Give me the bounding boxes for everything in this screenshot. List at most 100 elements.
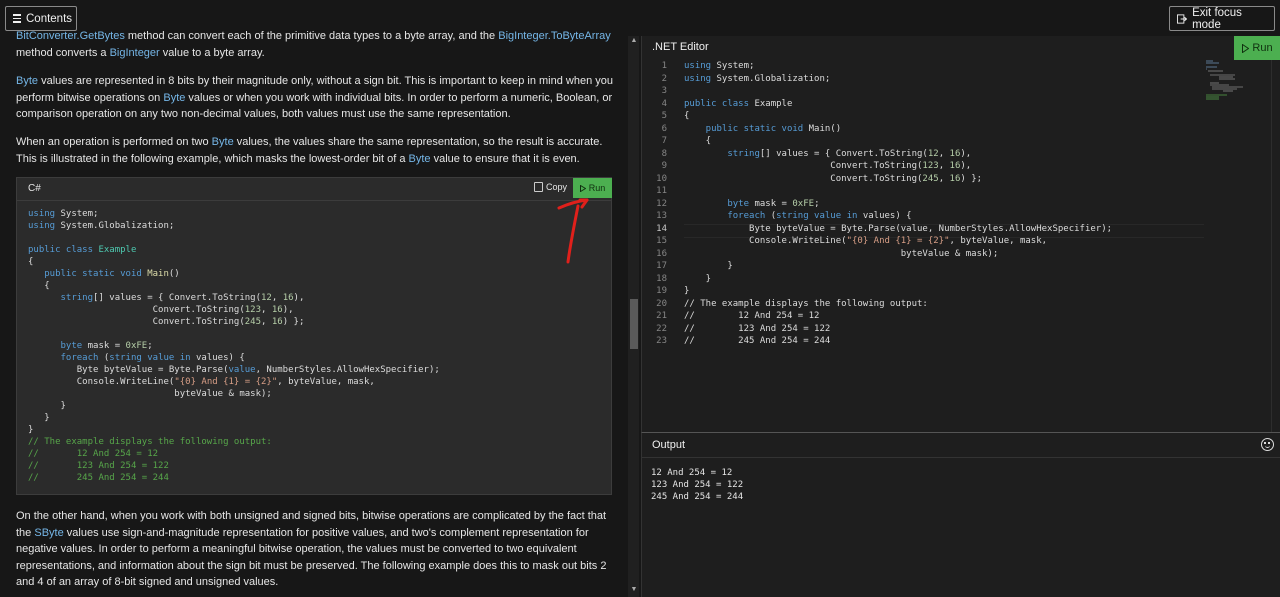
code-text: Example bbox=[749, 98, 793, 109]
keyword: public class bbox=[684, 98, 750, 109]
link-byte[interactable]: Byte bbox=[409, 153, 431, 165]
code-text: Console.WriteLine( bbox=[684, 236, 847, 246]
text: value to a byte array. bbox=[159, 46, 265, 59]
editor-line: Convert.ToString(123, 16), bbox=[684, 161, 971, 171]
code-text: ), bbox=[960, 148, 972, 159]
editor-comment: // 12 And 254 = 12 bbox=[684, 311, 820, 321]
number: 16 bbox=[949, 148, 961, 159]
number: 16 bbox=[271, 305, 283, 315]
code-comment: // 123 And 254 = 122 bbox=[28, 461, 169, 471]
code-line: using System; bbox=[28, 209, 98, 219]
keyword: value bbox=[228, 365, 256, 375]
code-block: C# Copy Run using System; using System.G… bbox=[16, 177, 612, 495]
code-text: ) }; bbox=[282, 317, 305, 327]
feedback-smiley-icon[interactable] bbox=[1261, 438, 1274, 451]
code-text: Convert.ToString( bbox=[684, 173, 923, 184]
dotnet-editor[interactable]: .NET Editor Run 1 2 3 4 5 6 7 8 9 10 11 12 13 14 15 16 1… bbox=[641, 36, 1280, 432]
scroll-down-icon[interactable]: ▼ bbox=[630, 586, 638, 593]
number: 12 bbox=[927, 148, 939, 159]
scroll-up-icon[interactable]: ▲ bbox=[630, 37, 638, 44]
keyword: public class bbox=[28, 245, 94, 255]
output-header bbox=[642, 433, 1280, 458]
paragraph-2: When an operation is performed on two By… bbox=[16, 134, 614, 167]
keyword: foreach bbox=[28, 353, 99, 363]
code-block-header bbox=[17, 178, 611, 201]
run-button[interactable]: Run bbox=[573, 178, 612, 198]
editor-title: .NET Editor bbox=[652, 41, 709, 53]
code-text: ( bbox=[98, 353, 110, 363]
link-byte[interactable]: Byte bbox=[16, 75, 38, 87]
editor-scrollbar[interactable] bbox=[1271, 60, 1280, 432]
paragraph-3: On the other hand, when you work with bo… bbox=[16, 508, 614, 591]
keyword: string bbox=[28, 293, 94, 303]
code-line: } bbox=[28, 413, 50, 423]
copy-label: Copy bbox=[546, 182, 568, 192]
editor-line: { bbox=[684, 111, 690, 121]
code-minimap[interactable] bbox=[1205, 60, 1255, 100]
code-line: Console.WriteLine("{0} And {1} = {2}", b… bbox=[28, 377, 375, 387]
output-panel: Output 12 And 254 = 12 123 And 254 = 122… bbox=[641, 432, 1280, 597]
code-text: , byteValue, mask, bbox=[949, 236, 1048, 246]
line-number: 22 bbox=[656, 323, 667, 334]
scrollbar-thumb[interactable] bbox=[630, 299, 638, 349]
red-arrow-annotation bbox=[557, 198, 589, 264]
link-biginteger[interactable]: BigInteger bbox=[110, 47, 160, 59]
link-byte[interactable]: Byte bbox=[163, 92, 185, 104]
link-tobytearray[interactable]: BigInteger.ToByteArray bbox=[498, 30, 611, 42]
code-text: System.Globalization; bbox=[711, 73, 831, 84]
code-text: , bbox=[938, 161, 950, 171]
number: 16 bbox=[271, 317, 283, 327]
keyword: public static void bbox=[684, 123, 804, 134]
article: BitConverter.GetBytes method can convert… bbox=[0, 0, 626, 597]
exit-focus-mode-button[interactable]: Exit focus mode bbox=[1169, 6, 1275, 31]
number: 245 bbox=[244, 317, 262, 327]
editor-line: byteValue & mask); bbox=[684, 248, 999, 259]
text: method converts a bbox=[16, 46, 110, 59]
keyword: using bbox=[28, 209, 56, 219]
text: value to ensure that it is even. bbox=[430, 152, 580, 165]
line-number: 14 bbox=[656, 223, 667, 234]
number: 123 bbox=[922, 161, 939, 171]
code-text: Byte byteValue = Byte.Parse( bbox=[28, 365, 229, 375]
link-byte[interactable]: Byte bbox=[212, 136, 234, 148]
line-number: 19 bbox=[656, 286, 667, 296]
editor-line: public class Example bbox=[684, 99, 792, 109]
line-number: 15 bbox=[656, 236, 667, 246]
number: 245 bbox=[922, 173, 939, 184]
code-text: [] values = { Convert.ToString( bbox=[93, 293, 262, 303]
line-number: 13 bbox=[656, 211, 667, 221]
play-icon bbox=[579, 184, 586, 192]
text: values use sign-and-magnitude representa… bbox=[16, 526, 607, 589]
keyword: foreach bbox=[684, 211, 766, 221]
editor-line: } bbox=[684, 273, 712, 284]
editor-line: using System.Globalization; bbox=[684, 74, 830, 84]
code-text: Convert.ToString( bbox=[28, 305, 245, 315]
copy-button[interactable]: Copy bbox=[534, 182, 567, 192]
line-number: 11 bbox=[656, 186, 667, 196]
link-sbyte[interactable]: SByte bbox=[34, 527, 63, 539]
code-text: , bbox=[261, 305, 272, 315]
code-text: Console.WriteLine( bbox=[28, 377, 175, 387]
line-number: 3 bbox=[661, 86, 667, 96]
code-text: ), bbox=[282, 305, 294, 315]
code-text: [] values = { Convert.ToString( bbox=[759, 148, 928, 159]
code-text: values) { bbox=[857, 211, 912, 221]
editor-line: } bbox=[684, 286, 690, 296]
line-number: 18 bbox=[656, 273, 667, 284]
code-text: mask = bbox=[749, 198, 793, 209]
editor-line: Convert.ToString(245, 16) }; bbox=[684, 174, 982, 184]
line-number: 10 bbox=[656, 173, 667, 184]
code-line: Byte byteValue = Byte.Parse(value, Numbe… bbox=[28, 365, 440, 375]
link-bitconverter[interactable]: BitConverter.GetBytes bbox=[16, 30, 125, 42]
paragraph-0: BitConverter.GetBytes method can convert… bbox=[16, 28, 614, 61]
number: 16 bbox=[949, 173, 961, 184]
line-number: 16 bbox=[656, 248, 667, 259]
editor-line: using System; bbox=[684, 61, 754, 71]
line-number: 8 bbox=[661, 148, 667, 159]
run-label: Run bbox=[588, 183, 606, 193]
output-title: Output bbox=[652, 439, 686, 451]
text: method can convert each of the primitive… bbox=[124, 30, 499, 42]
editor-run-button[interactable]: Run bbox=[1234, 36, 1280, 60]
code-line: using System.Globalization; bbox=[28, 221, 174, 231]
code-text: , bbox=[261, 317, 272, 327]
